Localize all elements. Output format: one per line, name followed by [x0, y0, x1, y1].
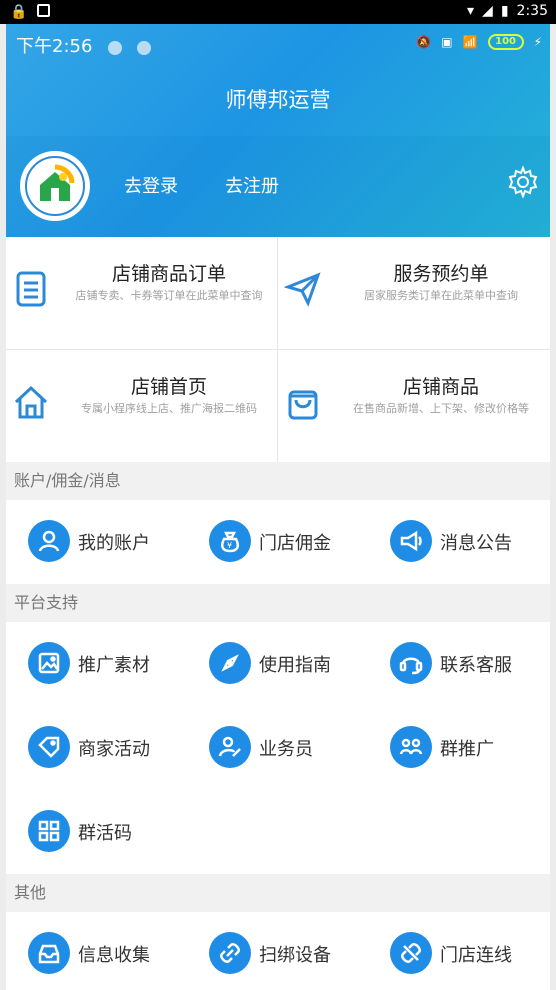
store-products-card[interactable]: 店铺商品 在售商品新增、上下架、修改价格等	[278, 350, 549, 462]
register-link[interactable]: 去注册	[225, 172, 279, 198]
battery-badge: 100	[487, 34, 524, 50]
store-commission-label: 门店佣金	[259, 533, 331, 554]
header: 下午2:56 🔕 ▣ 📶 100 ⚡ 师傅邦运营 去登录 去注册	[6, 24, 550, 237]
charging-icon: ⚡	[533, 35, 542, 49]
notification-dot-icon	[107, 40, 122, 55]
service-booking-subtitle: 居家服务类订单在此菜单中查询	[364, 289, 518, 302]
page-title: 师傅邦运营	[225, 88, 331, 112]
system-status-bar: 🔒 ▾ ◢ ▮ 2:35	[0, 0, 556, 24]
signal-icon: ◢	[482, 3, 493, 19]
group-icon	[390, 726, 432, 768]
status-time: 下午2:56	[16, 36, 93, 57]
group-qrcode-label: 群活码	[78, 823, 132, 844]
inbox-icon	[28, 932, 70, 974]
section-other-header: 其他	[6, 874, 550, 912]
scan-bind-device-item[interactable]: 扫绑设备	[187, 912, 368, 990]
mute-icon: 🔕	[416, 35, 432, 49]
notification-dot-icon	[136, 40, 151, 55]
clipboard-icon	[12, 265, 50, 313]
announcement-label: 消息公告	[440, 533, 512, 554]
user-guide-label: 使用指南	[259, 655, 331, 676]
store-connection-item[interactable]: 门店连线	[368, 912, 549, 990]
user-guide-item[interactable]: 使用指南	[187, 622, 368, 706]
salesman-label: 业务员	[259, 739, 313, 760]
group-promotion-label: 群推广	[440, 739, 494, 760]
section-account-grid: 我的账户 ¥ 门店佣金 消息公告	[6, 500, 550, 584]
store-order-subtitle: 店铺专卖、卡券等订单在此菜单中查询	[75, 289, 263, 302]
group-promotion-item[interactable]: 群推广	[368, 706, 549, 790]
quick-divider-horizontal	[6, 349, 550, 350]
store-home-subtitle: 专属小程序线上店、推广海报二维码	[81, 402, 257, 415]
section-support-header: 平台支持	[6, 584, 550, 622]
store-home-title: 店铺首页	[130, 376, 207, 398]
shopping-bag-icon	[284, 378, 322, 426]
info-collection-item[interactable]: 信息收集	[6, 912, 187, 990]
scan-bind-device-label: 扫绑设备	[259, 945, 331, 966]
merchant-activity-label: 商家活动	[78, 739, 150, 760]
store-connection-label: 门店连线	[440, 945, 512, 966]
app-icon	[37, 4, 51, 17]
compass-icon	[209, 642, 251, 684]
phone-screen: 🔒 ▾ ◢ ▮ 2:35 下午2:56 🔕 ▣ 📶 100 ⚡ 师傅邦运营 去登…	[0, 0, 556, 990]
promo-material-item[interactable]: 推广素材	[6, 622, 187, 706]
announcement-item[interactable]: 消息公告	[368, 500, 549, 584]
wifi-icon: ▾	[467, 3, 475, 19]
home-icon	[12, 378, 50, 426]
salesman-item[interactable]: 业务员	[187, 706, 368, 790]
settings-gear-icon[interactable]	[506, 165, 540, 199]
service-booking-card[interactable]: 服务预约单 居家服务类订单在此菜单中查询	[278, 237, 549, 349]
promo-material-label: 推广素材	[78, 655, 150, 676]
customer-service-label: 联系客服	[440, 655, 512, 676]
qrcode-icon	[28, 810, 70, 852]
wifi-icon: 📶	[462, 35, 478, 49]
store-order-card[interactable]: 店铺商品订单 店铺专卖、卡券等订单在此菜单中查询	[6, 237, 277, 349]
lock-icon: 🔒	[10, 4, 28, 20]
section-other-grid: 信息收集 扫绑设备 门店连线	[6, 912, 550, 990]
unlink-icon	[390, 932, 432, 974]
store-products-title: 店铺商品	[402, 376, 479, 398]
service-booking-title: 服务预约单	[393, 263, 489, 285]
store-home-card[interactable]: 店铺首页 专属小程序线上店、推广海报二维码	[6, 350, 277, 462]
customer-service-item[interactable]: 联系客服	[368, 622, 549, 706]
user-edit-icon	[209, 726, 251, 768]
image-icon	[28, 642, 70, 684]
store-commission-item[interactable]: ¥ 门店佣金	[187, 500, 368, 584]
tag-icon	[28, 726, 70, 768]
section-account-header: 账户/佣金/消息	[6, 462, 550, 500]
headset-icon	[390, 642, 432, 684]
merchant-activity-item[interactable]: 商家活动	[6, 706, 187, 790]
paper-plane-icon	[283, 265, 322, 313]
sim-icon: ▣	[441, 35, 453, 49]
system-time: 2:35	[516, 3, 548, 19]
store-products-subtitle: 在售商品新增、上下架、修改价格等	[353, 402, 529, 415]
user-bar: 去登录 去注册	[6, 136, 550, 237]
status-icons: 🔕 ▣ 📶 100 ⚡	[416, 34, 542, 50]
my-account-item[interactable]: 我的账户	[6, 500, 187, 584]
link-icon	[209, 932, 251, 974]
my-account-label: 我的账户	[78, 533, 150, 554]
user-icon	[28, 520, 70, 562]
money-bag-icon: ¥	[209, 520, 251, 562]
section-support-grid: 推广素材 使用指南 联系客服 商家活动 业务员 群推广 群活码	[6, 622, 550, 874]
status-bar: 下午2:56 🔕 ▣ 📶 100 ⚡	[16, 32, 546, 60]
megaphone-icon	[390, 520, 432, 562]
group-qrcode-item[interactable]: 群活码	[6, 790, 187, 874]
info-collection-label: 信息收集	[78, 945, 150, 966]
app-logo[interactable]	[20, 151, 90, 221]
login-link[interactable]: 去登录	[124, 172, 178, 198]
svg-text:¥: ¥	[227, 541, 232, 550]
store-order-title: 店铺商品订单	[111, 263, 226, 285]
battery-icon: ▮	[500, 3, 509, 19]
app-frame: 下午2:56 🔕 ▣ 📶 100 ⚡ 师傅邦运营 去登录 去注册 店铺商品订单 …	[6, 24, 550, 990]
